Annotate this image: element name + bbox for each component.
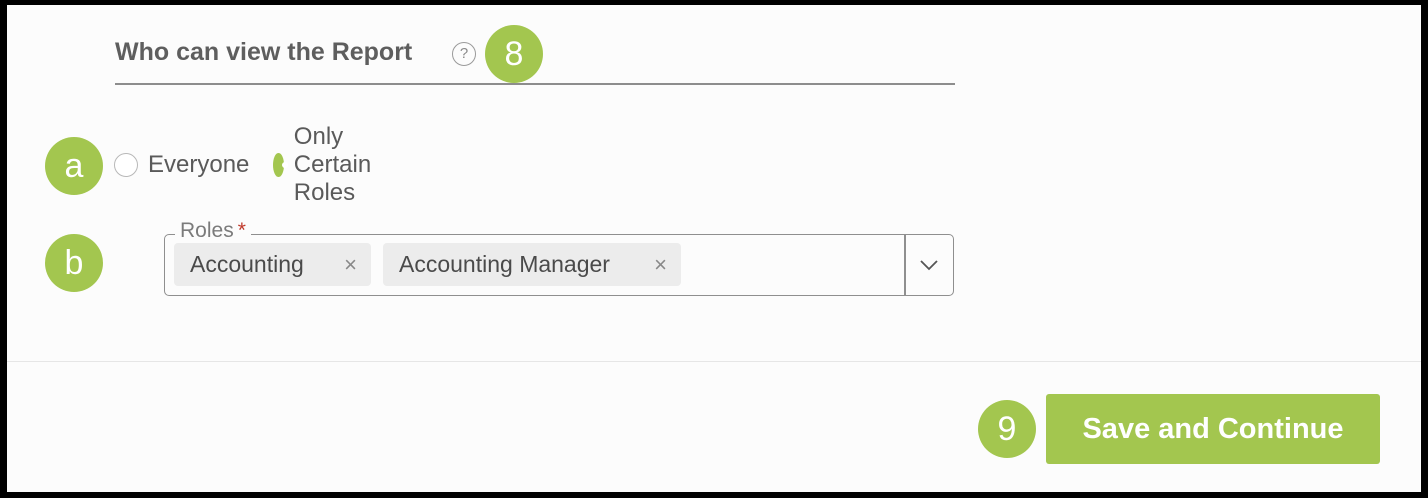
role-chip-label: Accounting	[190, 251, 304, 277]
callout-badge-8: 8	[485, 25, 543, 83]
role-chip-accounting: Accounting ×	[174, 243, 371, 286]
report-visibility-panel: Who can view the Report ? 8 a Everyone O…	[7, 5, 1421, 492]
radio-everyone-button[interactable]	[114, 153, 138, 177]
role-chip-label: Accounting Manager	[399, 251, 610, 277]
roles-dropdown-toggle[interactable]	[906, 235, 952, 295]
radio-only-certain-roles-label: Only Certain Roles	[293, 123, 372, 206]
radio-everyone-label: Everyone	[148, 151, 250, 178]
roles-multiselect[interactable]: Roles * Accounting × Accounting Manager ×	[164, 219, 954, 296]
roles-field-label: Roles *	[175, 219, 251, 243]
title-divider	[115, 83, 955, 85]
remove-chip-icon[interactable]: ×	[654, 252, 667, 278]
section-title: Who can view the Report	[115, 38, 413, 66]
help-icon[interactable]: ?	[452, 42, 476, 66]
save-and-continue-button[interactable]: Save and Continue	[1046, 394, 1380, 464]
required-asterisk: *	[237, 219, 246, 242]
remove-chip-icon[interactable]: ×	[344, 252, 357, 278]
radio-only-certain-roles-button[interactable]	[273, 153, 288, 177]
chevron-down-icon	[920, 260, 938, 271]
callout-badge-9: 9	[978, 400, 1036, 458]
radio-option-only-certain-roles[interactable]: Only Certain Roles	[273, 123, 384, 206]
radio-option-everyone[interactable]: Everyone	[114, 150, 249, 180]
callout-badge-a: a	[45, 137, 103, 195]
roles-label-text: Roles	[180, 219, 234, 242]
footer-divider	[7, 361, 1421, 362]
callout-badge-b: b	[45, 234, 103, 292]
role-chip-accounting-manager: Accounting Manager ×	[383, 243, 681, 286]
